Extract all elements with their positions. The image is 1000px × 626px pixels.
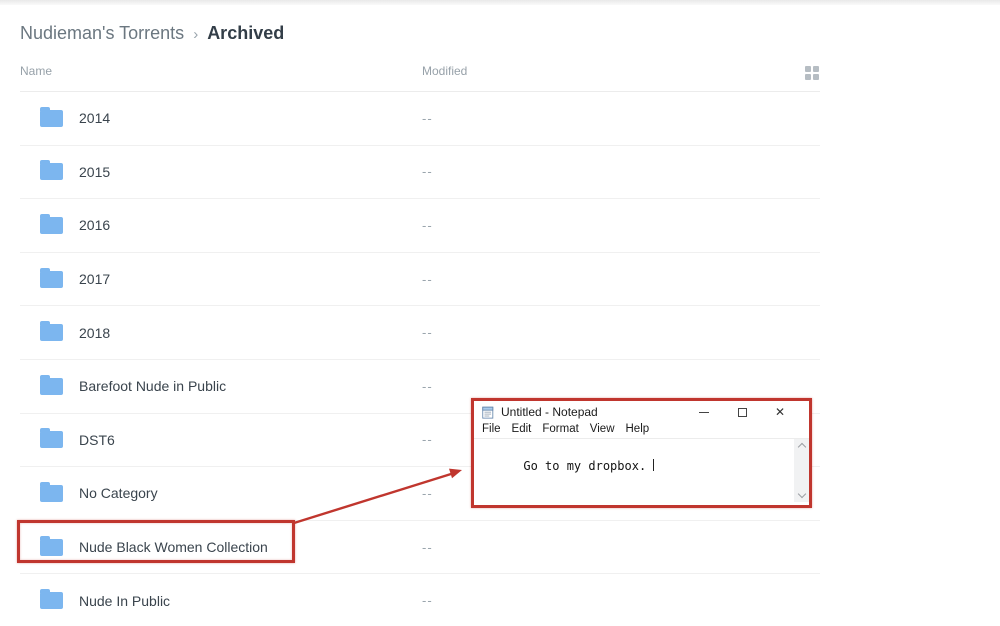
folder-icon	[40, 217, 63, 234]
menu-item-edit[interactable]: Edit	[512, 423, 532, 435]
menu-item-view[interactable]: View	[590, 423, 615, 435]
table-row[interactable]: 2018 --	[20, 306, 820, 360]
column-header-modified[interactable]: Modified	[422, 64, 467, 78]
folder-icon	[40, 378, 63, 395]
breadcrumb-separator-icon: ›	[193, 23, 198, 47]
page: Nudieman's Torrents › Archived Name Modi…	[0, 0, 1000, 626]
folder-icon	[40, 592, 63, 609]
folder-name[interactable]: 2018	[79, 325, 110, 341]
breadcrumb: Nudieman's Torrents › Archived	[20, 5, 820, 45]
modified-value: --	[422, 272, 433, 287]
minimize-button[interactable]	[685, 404, 723, 420]
annotation-highlight-box	[17, 520, 295, 563]
menu-item-help[interactable]: Help	[626, 423, 650, 435]
notepad-menu-bar: File Edit Format View Help	[474, 421, 809, 439]
table-row[interactable]: Nude In Public --	[20, 574, 820, 626]
modified-value: --	[422, 486, 433, 501]
notepad-icon	[481, 405, 495, 419]
folder-name[interactable]: Nude In Public	[79, 593, 170, 609]
modified-value: --	[422, 432, 433, 447]
column-header-name[interactable]: Name	[20, 64, 52, 78]
table-row[interactable]: 2016 --	[20, 199, 820, 253]
folder-icon	[40, 271, 63, 288]
menu-item-file[interactable]: File	[482, 423, 501, 435]
notepad-window: Untitled - Notepad ✕ File Edit Format Vi…	[471, 398, 812, 508]
folder-name[interactable]: No Category	[79, 485, 158, 501]
text-cursor	[653, 459, 654, 471]
folder-name[interactable]: 2017	[79, 271, 110, 287]
chevron-up-icon[interactable]	[797, 443, 805, 451]
modified-value: --	[422, 540, 433, 555]
folder-name[interactable]: 2015	[79, 164, 110, 180]
folder-name[interactable]: 2014	[79, 110, 110, 126]
modified-value: --	[422, 593, 433, 608]
close-button[interactable]: ✕	[761, 404, 799, 420]
close-icon: ✕	[775, 406, 785, 418]
breadcrumb-current: Archived	[207, 21, 284, 45]
window-title: Untitled - Notepad	[501, 405, 598, 419]
text-line: Go to my dropbox.	[523, 459, 646, 473]
modified-value: --	[422, 164, 433, 179]
window-controls: ✕	[685, 404, 799, 420]
minimize-icon	[699, 412, 709, 413]
table-row[interactable]: 2014 --	[20, 92, 820, 146]
folder-name[interactable]: DST6	[79, 432, 115, 448]
menu-item-format[interactable]: Format	[542, 423, 578, 435]
modified-value: --	[422, 111, 433, 126]
table-row[interactable]: 2017 --	[20, 253, 820, 307]
maximize-icon	[738, 408, 747, 417]
folder-name[interactable]: Barefoot Nude in Public	[79, 378, 226, 394]
folder-icon	[40, 324, 63, 341]
chevron-down-icon[interactable]	[797, 490, 805, 498]
folder-icon	[40, 110, 63, 127]
vertical-scrollbar[interactable]	[794, 439, 809, 502]
column-header-row: Name Modified	[20, 45, 820, 92]
table-row[interactable]: 2015 --	[20, 146, 820, 200]
folder-icon	[40, 485, 63, 502]
notepad-title-bar[interactable]: Untitled - Notepad ✕	[474, 401, 809, 421]
grid-view-button[interactable]	[804, 65, 820, 81]
modified-value: --	[422, 379, 433, 394]
grid-view-icon	[805, 66, 819, 80]
modified-value: --	[422, 218, 433, 233]
breadcrumb-parent-link[interactable]: Nudieman's Torrents	[20, 21, 184, 45]
modified-value: --	[422, 325, 433, 340]
folder-name[interactable]: 2016	[79, 217, 110, 233]
folder-icon	[40, 431, 63, 448]
maximize-button[interactable]	[723, 404, 761, 420]
notepad-text-area[interactable]: Go to my dropbox. https://rebrand.ly/nud…	[474, 439, 809, 502]
folder-icon	[40, 163, 63, 180]
